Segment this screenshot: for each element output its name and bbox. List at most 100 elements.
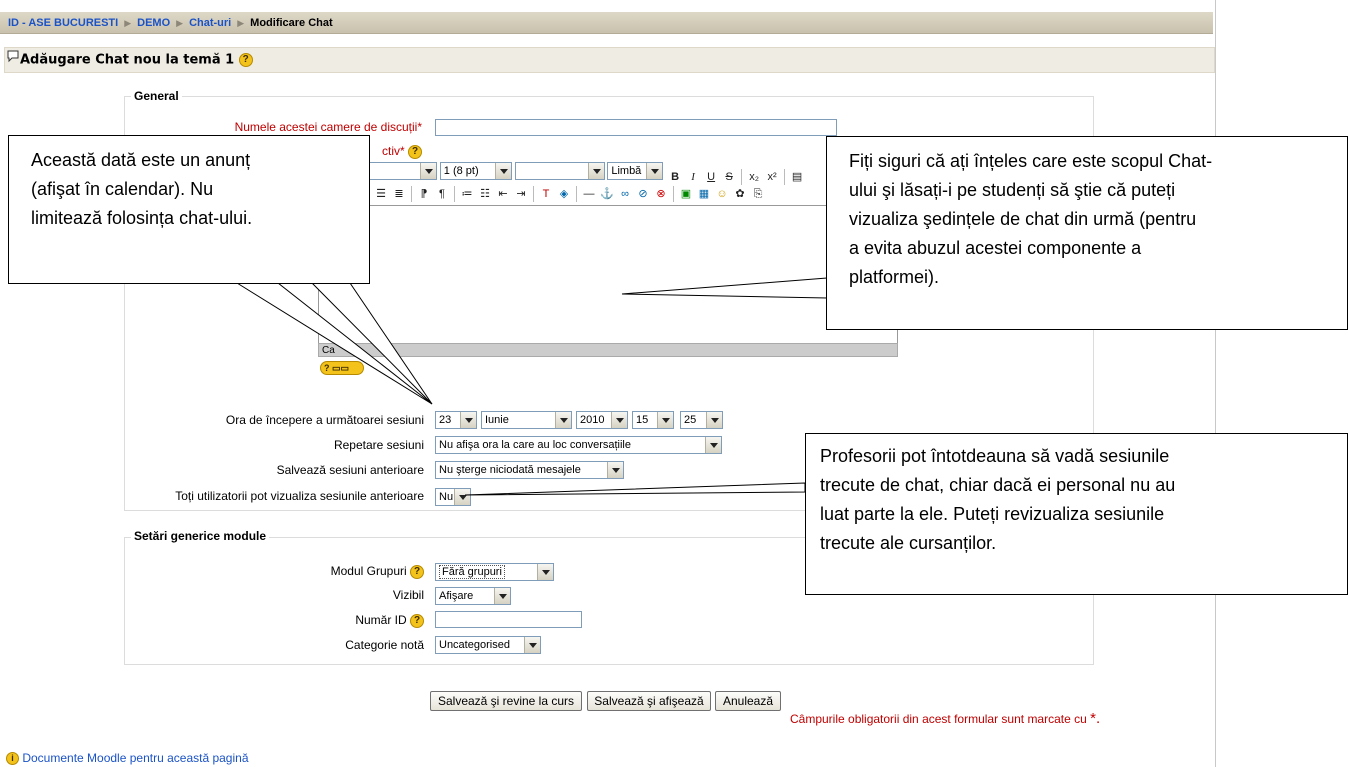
background-color-icon[interactable]: ◈ xyxy=(556,186,572,202)
link-icon[interactable]: ∞ xyxy=(617,186,633,202)
name-label-text: Numele acestei camere de discuții xyxy=(234,120,418,134)
save-display-button[interactable]: Salvează şi afişează xyxy=(587,691,711,711)
smiley-icon[interactable]: ☺ xyxy=(714,186,730,202)
format-select[interactable] xyxy=(514,162,605,180)
visible-label: Vizibil xyxy=(392,588,424,602)
chevron-down-icon xyxy=(460,412,476,428)
save-sessions-select[interactable]: Nu şterge niciodată mesajele xyxy=(435,461,624,479)
strikethrough-icon[interactable]: S xyxy=(721,169,737,185)
breadcrumb-course[interactable]: DEMO xyxy=(137,17,170,29)
day-select[interactable]: 23 xyxy=(435,411,477,429)
toolbar-divider xyxy=(454,186,455,202)
help-icon[interactable]: ? xyxy=(410,613,424,628)
id-number-label: Număr ID ? xyxy=(250,613,424,628)
ordered-list-icon[interactable]: ≔ xyxy=(459,186,475,202)
breadcrumb-site[interactable]: ID - ASE BUCURESTI xyxy=(8,17,118,29)
language-select[interactable]: Limbă xyxy=(607,162,664,180)
justify-icon[interactable]: ≣ xyxy=(391,186,407,202)
chevron-down-icon xyxy=(555,412,571,428)
superscript-icon[interactable]: x² xyxy=(764,169,780,185)
outdent-icon[interactable]: ⇤ xyxy=(495,186,511,202)
search-replace-icon[interactable]: ⎘ xyxy=(750,186,766,202)
help-icon: ? xyxy=(324,363,330,373)
chevron-down-icon xyxy=(454,489,470,505)
help-icon[interactable]: ? xyxy=(410,564,424,579)
required-note-text: Câmpurile obligatorii din acest formular… xyxy=(790,712,1087,726)
text-color-icon[interactable]: T xyxy=(538,186,554,202)
subscript-icon[interactable]: x₂ xyxy=(746,169,762,185)
nolink-icon[interactable]: ⊗ xyxy=(653,186,669,202)
callout-line: Profesorii pot întotdeauna să vadă sesiu… xyxy=(820,446,1170,466)
breadcrumb-separator-icon: ▶ xyxy=(237,18,245,28)
view-sessions-select[interactable]: Nu xyxy=(435,488,471,506)
callout-line: vizualiza şedințele de chat din urmă (pe… xyxy=(849,209,1197,229)
save-sessions-value: Nu şterge niciodată mesajele xyxy=(439,464,581,476)
editor-toolbar-row-2: ☰ ≣ ⁋ ¶ ≔ ☷ ⇤ ⇥ T ◈ — ⚓ ∞ ⊘ ⊗ ▣ ▦ ☺ ✿ ⎘ xyxy=(372,185,767,205)
cancel-button[interactable]: Anulează xyxy=(715,691,781,711)
chevron-down-icon xyxy=(705,437,721,453)
unlink-icon[interactable]: ⊘ xyxy=(635,186,651,202)
past-sessions-callout: Profesorii pot întotdeauna să vadă sesiu… xyxy=(805,433,1348,595)
unordered-list-icon[interactable]: ☷ xyxy=(477,186,493,202)
view-sessions-value: Nu xyxy=(439,491,454,503)
required-star: * xyxy=(417,120,422,134)
callout-line: trecute ale cursanților. xyxy=(820,533,997,553)
callout-line: platformei). xyxy=(849,267,940,287)
id-number-input[interactable] xyxy=(435,611,582,628)
editor-status-text: Ca xyxy=(322,345,335,356)
help-icon[interactable]: ? xyxy=(408,144,422,159)
minute-value: 25 xyxy=(684,414,697,426)
editor-toolbar-row-1: t 1 (8 pt) Limbă BIUSx₂x²▤ xyxy=(355,162,806,186)
chevron-down-icon xyxy=(524,637,540,653)
chevron-down-icon xyxy=(420,163,436,179)
moodle-docs-link[interactable]: i Documente Moodle pentru această pagină xyxy=(6,751,249,766)
toolbar-divider xyxy=(533,186,534,202)
italic-icon[interactable]: I xyxy=(685,169,701,185)
rtl-icon[interactable]: ¶ xyxy=(434,186,450,202)
grade-category-label: Categorie notă xyxy=(345,638,424,652)
horizontal-rule-icon[interactable]: — xyxy=(581,186,597,202)
callout-line: a evita abuzul acestei componente a xyxy=(849,238,1142,258)
day-value: 23 xyxy=(439,414,452,426)
indent-icon[interactable]: ⇥ xyxy=(513,186,529,202)
hour-select[interactable]: 15 xyxy=(632,411,674,429)
underline-icon[interactable]: U xyxy=(703,169,719,185)
editor-textarea[interactable] xyxy=(318,205,898,345)
bold-icon[interactable]: B xyxy=(667,169,683,185)
info-icon: i xyxy=(6,752,19,766)
visible-select[interactable]: Afişare xyxy=(435,587,511,605)
start-time-label: Ora de începere a următoarei sesiuni xyxy=(225,413,424,427)
toolbar-divider xyxy=(741,169,743,186)
special-char-icon[interactable]: ✿ xyxy=(732,186,748,202)
month-select[interactable]: Iunie xyxy=(481,411,572,429)
required-note-star: *. xyxy=(1090,710,1101,727)
align-right-icon[interactable]: ☰ xyxy=(373,186,389,202)
image-icon[interactable]: ▣ xyxy=(678,186,694,202)
group-mode-label: Modul Grupuri ? xyxy=(250,564,424,579)
group-mode-select[interactable]: Fără grupuri xyxy=(435,563,554,581)
ltr-icon[interactable]: ⁋ xyxy=(416,186,432,202)
breadcrumb-separator-icon: ▶ xyxy=(176,18,184,28)
save-sessions-label: Salvează sesiuni anterioare xyxy=(276,463,424,477)
year-select[interactable]: 2010 xyxy=(576,411,628,429)
help-icon[interactable]: ? xyxy=(238,53,253,67)
chat-name-input[interactable] xyxy=(435,119,837,136)
intro-label-text: ctiv xyxy=(381,144,400,158)
size-select[interactable]: 1 (8 pt) xyxy=(439,162,512,180)
editor-help-button[interactable]: ? ▭▭ xyxy=(320,361,364,375)
chevron-down-icon xyxy=(537,564,553,580)
breadcrumb-chats[interactable]: Chat-uri xyxy=(189,17,231,29)
chevron-down-icon xyxy=(611,412,627,428)
chevron-down-icon xyxy=(587,163,604,179)
anchor-icon[interactable]: ⚓ xyxy=(599,186,615,202)
repeat-select[interactable]: Nu afişa ora la care au loc conversațiil… xyxy=(435,436,722,454)
year-value: 2010 xyxy=(580,414,605,426)
grade-category-select[interactable]: Uncategorised xyxy=(435,636,541,654)
table-icon[interactable]: ▦ xyxy=(696,186,712,202)
clean-icon[interactable]: ▤ xyxy=(789,169,805,185)
callout-line: Fiți siguri că ați înțeles care este sco… xyxy=(849,151,1213,171)
intro-label: ctiv* ? xyxy=(370,144,422,159)
save-return-button[interactable]: Salvează şi revine la curs xyxy=(430,691,582,711)
size-value: 1 (8 pt) xyxy=(443,165,479,177)
minute-select[interactable]: 25 xyxy=(680,411,723,429)
